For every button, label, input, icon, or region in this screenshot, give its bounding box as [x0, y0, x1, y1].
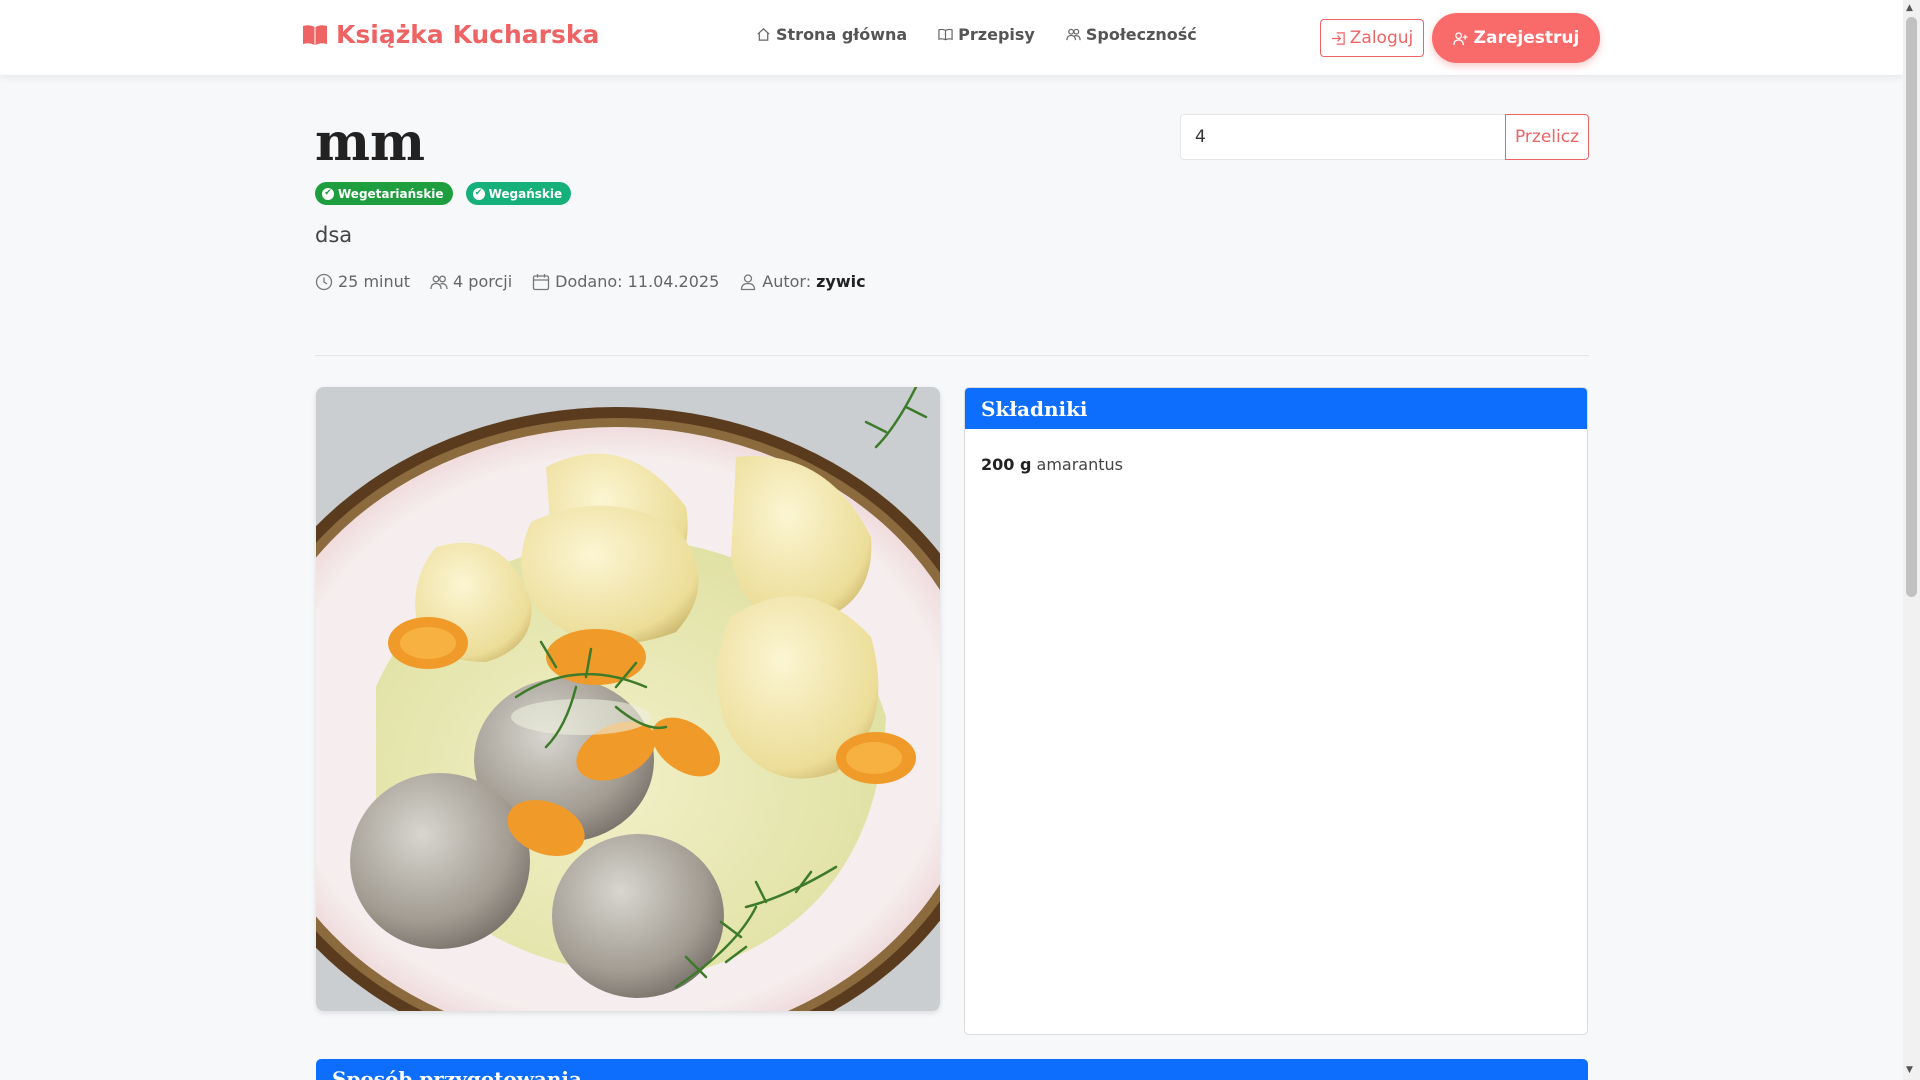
brand-logo[interactable]: Książka Kucharska — [302, 20, 599, 49]
check-circle-icon: ✔ — [472, 187, 485, 200]
ingredient-item: 200 g amarantus — [981, 455, 1123, 474]
servings-input[interactable] — [1180, 114, 1505, 160]
users-icon — [1066, 28, 1081, 41]
register-label: Zarejestruj — [1473, 28, 1580, 48]
ingredient-name: amarantus — [1036, 455, 1123, 474]
user-icon — [741, 273, 756, 290]
meta-servings-value: 4 porcji — [453, 272, 513, 291]
login-icon — [1331, 31, 1345, 45]
user-plus-icon — [1452, 31, 1468, 45]
book-open-icon — [303, 24, 327, 45]
home-icon — [757, 28, 770, 41]
register-button[interactable]: Zarejestruj — [1432, 13, 1600, 63]
nav-item-label: Przepisy — [958, 25, 1035, 44]
meta-author-name[interactable]: zywic — [816, 272, 866, 291]
recipe-meta: 25 minut 4 porcji Dodano: 11.04.2025 Aut… — [315, 272, 866, 291]
main-nav: Strona główna Przepisy Społeczność — [756, 25, 1197, 44]
recipe-description: dsa — [315, 223, 353, 247]
nav-item-home[interactable]: Strona główna — [756, 25, 907, 44]
clock-icon — [315, 273, 333, 290]
diet-badges: ✔ Wegetariańskie ✔ Wegańskie — [315, 182, 572, 205]
brand-name: Książka Kucharska — [336, 20, 600, 49]
nav-item-community[interactable]: Społeczność — [1066, 25, 1197, 44]
preparation-title: Sposób przygotowania — [332, 1067, 582, 1080]
ingredient-amount: 200 g — [981, 455, 1032, 474]
badge-label: Wegetariańskie — [338, 186, 444, 201]
book-icon — [938, 28, 953, 41]
nav-item-label: Strona główna — [776, 25, 908, 44]
meta-date-value: Dodano: 11.04.2025 — [555, 272, 720, 291]
navbar: Książka Kucharska Strona główna Przepisy… — [0, 0, 1903, 75]
meta-time: 25 minut — [315, 272, 410, 291]
check-circle-icon: ✔ — [322, 187, 334, 200]
scroll-up-icon[interactable]: ▲ — [1906, 3, 1913, 13]
meta-author-label: Autor: — [762, 272, 812, 291]
recalculate-button[interactable]: Przelicz — [1505, 114, 1589, 160]
calendar-icon — [533, 273, 550, 290]
ingredients-title: Składniki — [965, 388, 1587, 429]
badge-vegan: ✔ Wegańskie — [465, 182, 572, 205]
meta-author: Autor: zywic — [739, 272, 866, 291]
divider — [315, 355, 1589, 356]
nav-item-label: Społeczność — [1085, 25, 1197, 44]
meatballs-dish-illustration — [316, 387, 940, 1011]
badge-vegetarian: ✔ Wegetariańskie — [315, 182, 453, 205]
meta-date: Dodano: 11.04.2025 — [532, 272, 719, 291]
scroll-down-icon[interactable]: ▼ — [1906, 1065, 1913, 1075]
badge-label: Wegańskie — [488, 186, 563, 201]
recipe-title: mm — [315, 112, 426, 173]
recipe-image — [316, 387, 940, 1011]
preparation-card: Sposób przygotowania — [316, 1059, 1588, 1080]
scrollbar-thumb[interactable] — [1906, 17, 1917, 597]
users-icon — [430, 275, 448, 289]
nav-item-recipes[interactable]: Przepisy — [938, 25, 1035, 44]
login-button[interactable]: Zaloguj — [1320, 19, 1424, 57]
meta-servings: 4 porcji — [430, 272, 512, 291]
meta-time-value: 25 minut — [338, 272, 411, 291]
ingredients-card: Składniki 200 g amarantus — [964, 387, 1588, 1035]
login-label: Zaloguj — [1349, 28, 1414, 48]
